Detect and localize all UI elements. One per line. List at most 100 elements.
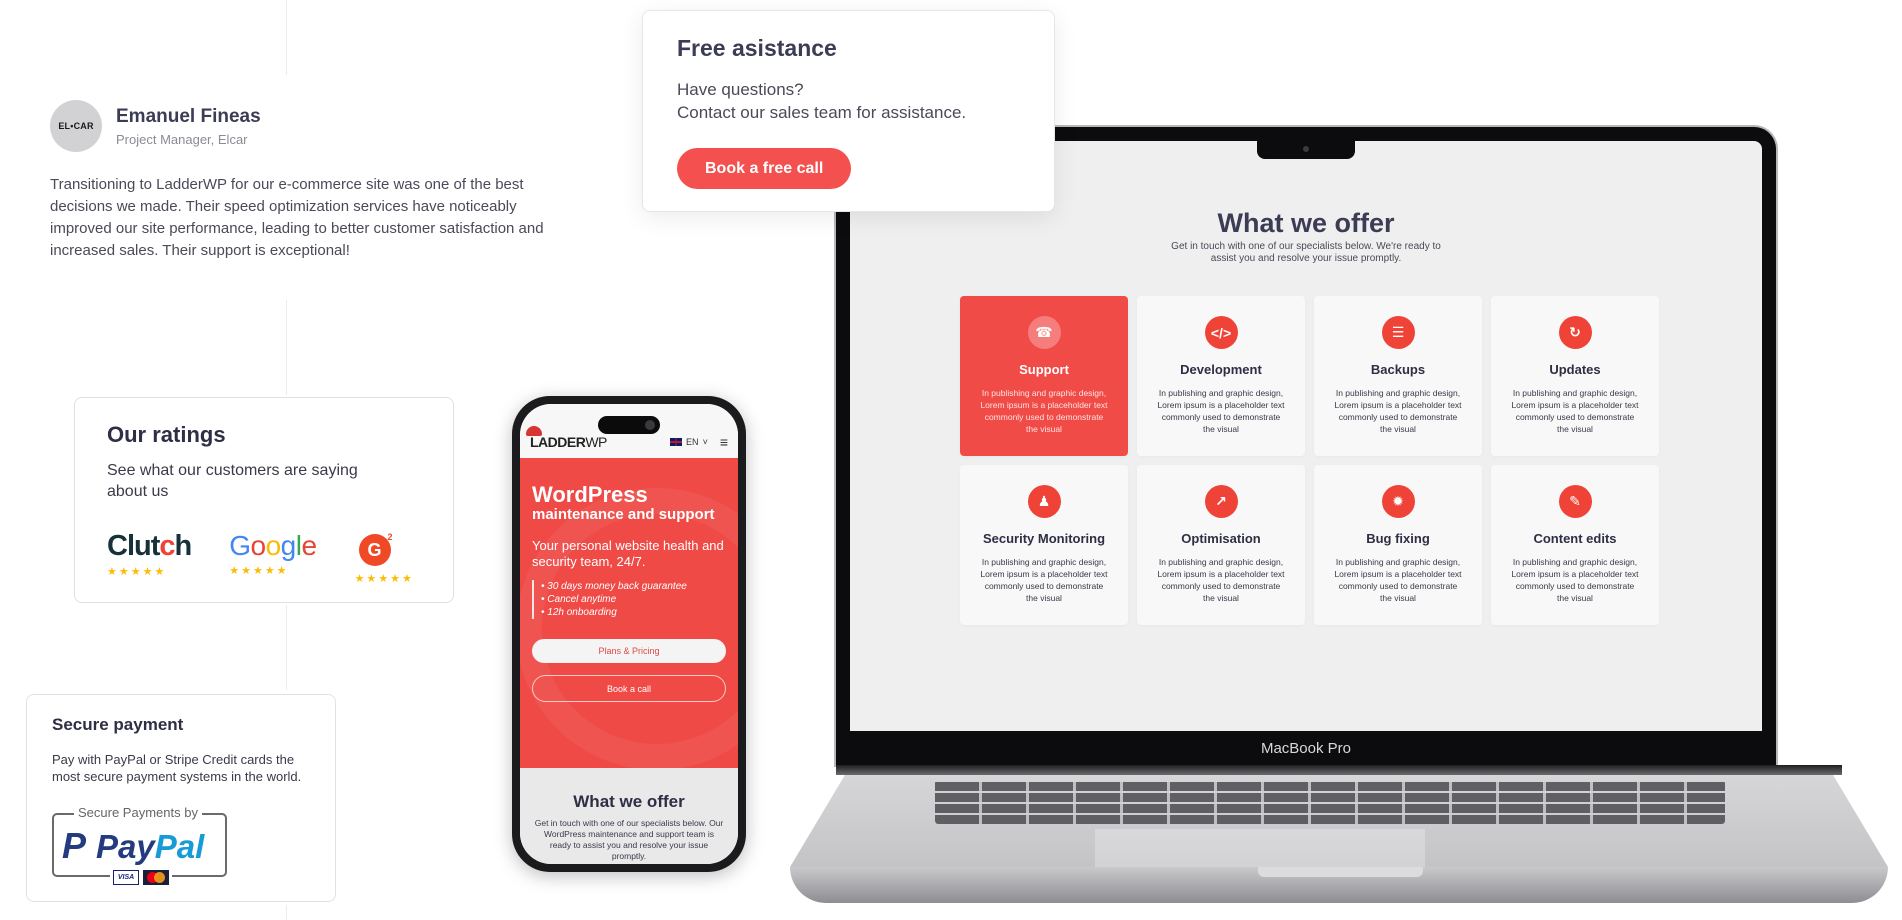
avatar: EL•CAR xyxy=(50,100,102,152)
testimonial-name: Emanuel Fineas xyxy=(116,105,261,127)
offer-subtitle: Get in touch with one of our specialists… xyxy=(1171,241,1441,264)
rating-clutch[interactable]: Clutch ★★★★★ xyxy=(107,530,192,585)
service-description: In publishing and graphic design, Lorem … xyxy=(1511,388,1639,434)
ratings-subtitle: See what our customers are saying about … xyxy=(107,462,358,500)
language-label: EN xyxy=(686,437,699,447)
laptop-brand-label: MacBook Pro xyxy=(1260,740,1352,757)
laptop-screen: What we offer Get in touch with one of o… xyxy=(850,141,1762,731)
service-card-security-monitoring[interactable]: ♟ Security Monitoring In publishing and gr… xyxy=(960,465,1128,625)
chevron-down-icon: ˅ xyxy=(702,437,708,447)
laptop-mockup: What we offer Get in touch with one of o… xyxy=(836,127,1776,765)
hero-feature-list: • 30 days money back guarantee • Cancel … xyxy=(532,580,726,619)
rating-google[interactable]: Google ★★★★★ xyxy=(229,530,317,585)
refresh-icon: ↻ xyxy=(1558,316,1592,349)
service-description: In publishing and graphic design, Lorem … xyxy=(1334,388,1462,434)
assistance-line-2: Contact our sales team for assistance. xyxy=(677,103,967,122)
service-title: Optimisation xyxy=(1181,531,1261,546)
book-call-button[interactable]: Book a call xyxy=(532,675,726,702)
feature-item: • 12h onboarding xyxy=(541,607,617,618)
paypal-pal-text: Pal xyxy=(154,828,205,865)
phone-screen: LADDERWP EN ˅ ≡ WordPress maintenance an… xyxy=(520,404,738,864)
divider-line xyxy=(286,905,287,920)
service-title: Development xyxy=(1180,362,1262,377)
testimonial-meta: Emanuel Fineas Project Manager, Elcar xyxy=(116,106,261,147)
logo-suffix-text: WP xyxy=(585,434,607,450)
service-card-optimisation[interactable]: ↗ Optimisation In publishing and graphic d… xyxy=(1137,465,1305,625)
secure-payment-card: Secure payment Pay with PayPal or Stripe… xyxy=(26,694,336,902)
mastercard-icon xyxy=(143,870,169,885)
service-title: Bug fixing xyxy=(1366,531,1430,546)
testimonial-header: EL•CAR Emanuel Fineas Project Manager, E… xyxy=(50,100,570,152)
rating-g2[interactable]: G2 ★★★★★ xyxy=(355,530,414,585)
hero-title: WordPress xyxy=(532,482,648,507)
service-description: In publishing and graphic design, Lorem … xyxy=(980,388,1108,434)
ratings-card: Our ratings See what our customers are s… xyxy=(74,397,454,603)
card-logos: VISA xyxy=(110,870,172,885)
testimonial-quote: Transitioning to LadderWP for our e-comm… xyxy=(50,176,544,259)
divider-line xyxy=(286,0,287,75)
payment-text: Pay with PayPal or Stripe Credit cards t… xyxy=(52,752,302,784)
service-description: In publishing and graphic design, Lorem … xyxy=(1511,557,1639,603)
divider-line xyxy=(286,300,287,395)
laptop-thumb-notch xyxy=(1258,867,1423,877)
pencil-icon: ✎ xyxy=(1558,485,1592,518)
divider-line xyxy=(286,605,287,690)
assistance-line-1: Have questions? xyxy=(677,80,804,99)
visa-icon: VISA xyxy=(113,870,139,885)
offer-title: What we offer xyxy=(1217,208,1395,238)
book-free-call-button[interactable]: Book a free call xyxy=(677,148,852,189)
clutch-logo: Clutch xyxy=(107,530,192,562)
service-card-bug-fixing[interactable]: ✹ Bug fixing In publishing and graphic des… xyxy=(1314,465,1482,625)
google-logo: Google xyxy=(229,530,317,561)
services-grid: ☎ Support In publishing and graphic design… xyxy=(960,296,1659,625)
service-title: Security Monitoring xyxy=(982,531,1106,546)
ratings-title: Our ratings xyxy=(107,422,226,447)
ladderwp-logo[interactable]: LADDERWP xyxy=(526,426,607,450)
assistance-text: Have questions? Contact our sales team f… xyxy=(677,78,1020,124)
paypal-p-icon: P xyxy=(62,825,87,866)
phone-hero: WordPress maintenance and support Your p… xyxy=(520,458,738,768)
hamburger-menu-icon[interactable]: ≡ xyxy=(720,434,728,450)
feature-item: • Cancel anytime xyxy=(541,594,617,605)
phone-offer-section: What we offer Get in touch with one of o… xyxy=(520,768,738,864)
service-description: In publishing and graphic design, Lorem … xyxy=(1157,557,1285,603)
phone-offer-text: Get in touch with one of our specialists… xyxy=(534,818,724,861)
star-rating: ★★★★★ xyxy=(107,566,167,578)
service-title: Support xyxy=(1019,362,1069,377)
plans-pricing-button[interactable]: Plans & Pricing xyxy=(532,639,726,663)
service-title: Updates xyxy=(1549,362,1601,377)
paypal-badge-caption: Secure Payments by xyxy=(74,805,202,820)
service-description: In publishing and graphic design, Lorem … xyxy=(1334,557,1462,603)
language-selector[interactable]: EN ˅ xyxy=(670,437,708,447)
headset-icon: ☎ xyxy=(1027,316,1061,349)
g2-logo: G2 xyxy=(358,532,393,566)
rating-logos: Clutch ★★★★★ Google ★★★★★ G2 ★★★★★ xyxy=(107,530,421,585)
logo-main-text: LADDER xyxy=(530,434,586,450)
service-description: In publishing and graphic design, Lorem … xyxy=(1157,388,1285,434)
service-card-development[interactable]: </> Development In publishing and graphic … xyxy=(1137,296,1305,456)
testimonial: EL•CAR Emanuel Fineas Project Manager, E… xyxy=(50,100,570,262)
uk-flag-icon xyxy=(670,438,683,446)
free-assistance-card: Free asistance Have questions? Contact o… xyxy=(642,10,1055,212)
laptop-base xyxy=(790,765,1888,903)
paypal-logo: P PayPal xyxy=(62,825,204,867)
bug-icon: ✹ xyxy=(1381,485,1415,518)
camera-notch xyxy=(1257,141,1355,159)
keyboard xyxy=(935,780,1725,824)
service-card-updates[interactable]: ↻ Updates In publishing and graphic design… xyxy=(1491,296,1659,456)
dynamic-island xyxy=(598,416,660,434)
service-card-content-edits[interactable]: ✎ Content edits In publishing and graphic … xyxy=(1491,465,1659,625)
service-card-backups[interactable]: ☰ Backups In publishing and graphic design… xyxy=(1314,296,1482,456)
service-title: Content edits xyxy=(1533,531,1617,546)
chart-line-icon: ↗ xyxy=(1204,485,1238,518)
paypal-pay-text: Pay xyxy=(96,828,155,865)
trackpad xyxy=(1095,829,1425,869)
service-card-support[interactable]: ☎ Support In publishing and graphic design… xyxy=(960,296,1128,456)
service-title: Backups xyxy=(1370,362,1426,377)
laptop-hinge xyxy=(836,765,1842,775)
spy-icon: ♟ xyxy=(1027,485,1061,518)
testimonial-role: Project Manager, Elcar xyxy=(116,131,248,147)
service-description: In publishing and graphic design, Lorem … xyxy=(980,557,1108,603)
database-icon: ☰ xyxy=(1381,316,1415,349)
star-rating: ★★★★★ xyxy=(354,573,414,585)
